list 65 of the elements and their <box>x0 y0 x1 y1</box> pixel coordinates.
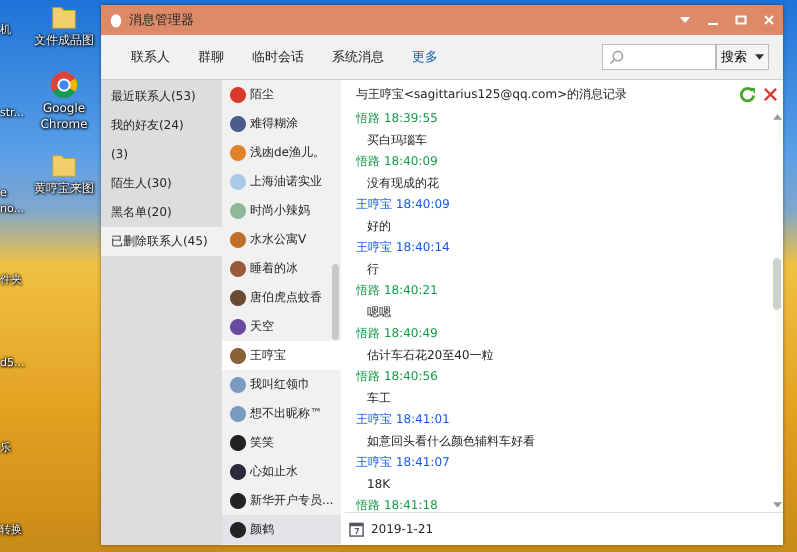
desktop-icon-label[interactable]: 机 <box>0 22 11 38</box>
message-text: 18K <box>366 476 392 492</box>
contact-item[interactable]: 天空 <box>222 312 341 341</box>
group-item[interactable]: 最近联系人(53) <box>101 82 222 111</box>
scroll-down-icon[interactable] <box>772 502 782 508</box>
desktop-icon-label[interactable]: 文件成品图 <box>30 32 98 48</box>
message-text: 买白玛瑙车 <box>366 132 428 148</box>
browser-icon[interactable] <box>49 70 79 100</box>
tab[interactable]: 联系人 <box>131 48 170 66</box>
refresh-icon[interactable] <box>739 86 756 102</box>
contact-item[interactable]: 难得糊涂 <box>222 109 341 138</box>
contact-item[interactable]: 想不出昵称™ <box>222 399 341 428</box>
contact-item[interactable]: 时尚小辣妈 <box>222 196 341 225</box>
contact-item[interactable]: 睡着的冰 <box>222 254 341 283</box>
scrollbar-thumb[interactable] <box>773 258 781 310</box>
calendar-icon[interactable] <box>349 522 364 536</box>
contact-item[interactable]: 陌尘 <box>222 80 341 109</box>
message-sender-time: 悟路 18:40:56 <box>356 368 439 385</box>
message-sender-time: 悟路 18:39:55 <box>356 110 439 127</box>
message-sender-time: 悟路 18:40:09 <box>356 153 439 170</box>
message-text: 估计车石花20至40一粒 <box>366 346 495 364</box>
search-button[interactable]: 搜索 <box>716 44 769 70</box>
contact-item[interactable]: 心如止水 <box>222 457 341 486</box>
search-field[interactable] <box>602 44 716 70</box>
message-text: 没有现成的花 <box>366 174 440 192</box>
contact-item[interactable]: 颜鹤 <box>222 515 341 544</box>
contact-item[interactable]: 王哼宝 <box>222 341 341 370</box>
scroll-up-icon[interactable] <box>772 114 782 120</box>
search-icon <box>609 50 624 64</box>
group-item[interactable]: 已删除联系人(45) <box>101 227 222 256</box>
message-text: 好的 <box>366 218 392 234</box>
group-item[interactable]: (3) <box>101 140 222 169</box>
contact-item[interactable]: 浅凼de渔儿。 <box>222 138 341 167</box>
message-sender-time: 悟路 18:40:21 <box>356 282 439 299</box>
group-item[interactable]: 我的好友(24) <box>101 111 222 140</box>
caret-icon <box>755 54 764 60</box>
contact-item[interactable]: 水水公寓V <box>222 225 341 254</box>
scrollbar-thumb[interactable] <box>332 264 339 340</box>
close-icon[interactable] <box>763 14 775 26</box>
group-item[interactable]: 黑名单(20) <box>101 198 222 227</box>
message-text: 嗯嗯 <box>366 304 392 320</box>
contact-item[interactable]: 笑笑 <box>222 428 341 457</box>
contact-item[interactable]: 新华开户专员... <box>222 486 341 515</box>
tab[interactable]: 群聊 <box>198 48 224 66</box>
chat-history-title: 与王哼宝<sagittarius125@qq.com>的消息记录 <box>356 86 628 102</box>
maximize-icon[interactable] <box>735 14 747 26</box>
group-item[interactable]: 陌生人(30) <box>101 169 222 198</box>
message-text: 行 <box>366 260 380 278</box>
message-sender-time: 王哼宝 18:41:01 <box>356 411 451 428</box>
message-text: 如意回头看什么颜色辅料车好看 <box>366 432 536 450</box>
date-label: 2019-1-21 <box>371 522 434 536</box>
message-sender-time: 王哼宝 18:41:07 <box>356 454 451 471</box>
message-sender-time: 王哼宝 18:40:14 <box>356 239 451 256</box>
contact-item[interactable]: 上海油诺实业 <box>222 167 341 196</box>
contact-item[interactable]: 我叫红领巾 <box>222 370 341 399</box>
message-sender-time: 悟路 18:41:18 <box>356 497 439 514</box>
window-title: 消息管理器 <box>129 12 194 29</box>
message-sender-time: 王哼宝 18:40:09 <box>356 196 451 213</box>
message-text: 车工 <box>366 390 392 406</box>
message-sender-time: 悟路 18:40:49 <box>356 325 439 342</box>
tab[interactable]: 系统消息 <box>332 48 384 66</box>
more-link[interactable]: 更多 <box>412 48 438 66</box>
contact-item[interactable]: 唐伯虎点蚊香 <box>222 283 341 312</box>
tab[interactable]: 临时会话 <box>252 48 304 66</box>
delete-icon[interactable] <box>762 86 779 102</box>
